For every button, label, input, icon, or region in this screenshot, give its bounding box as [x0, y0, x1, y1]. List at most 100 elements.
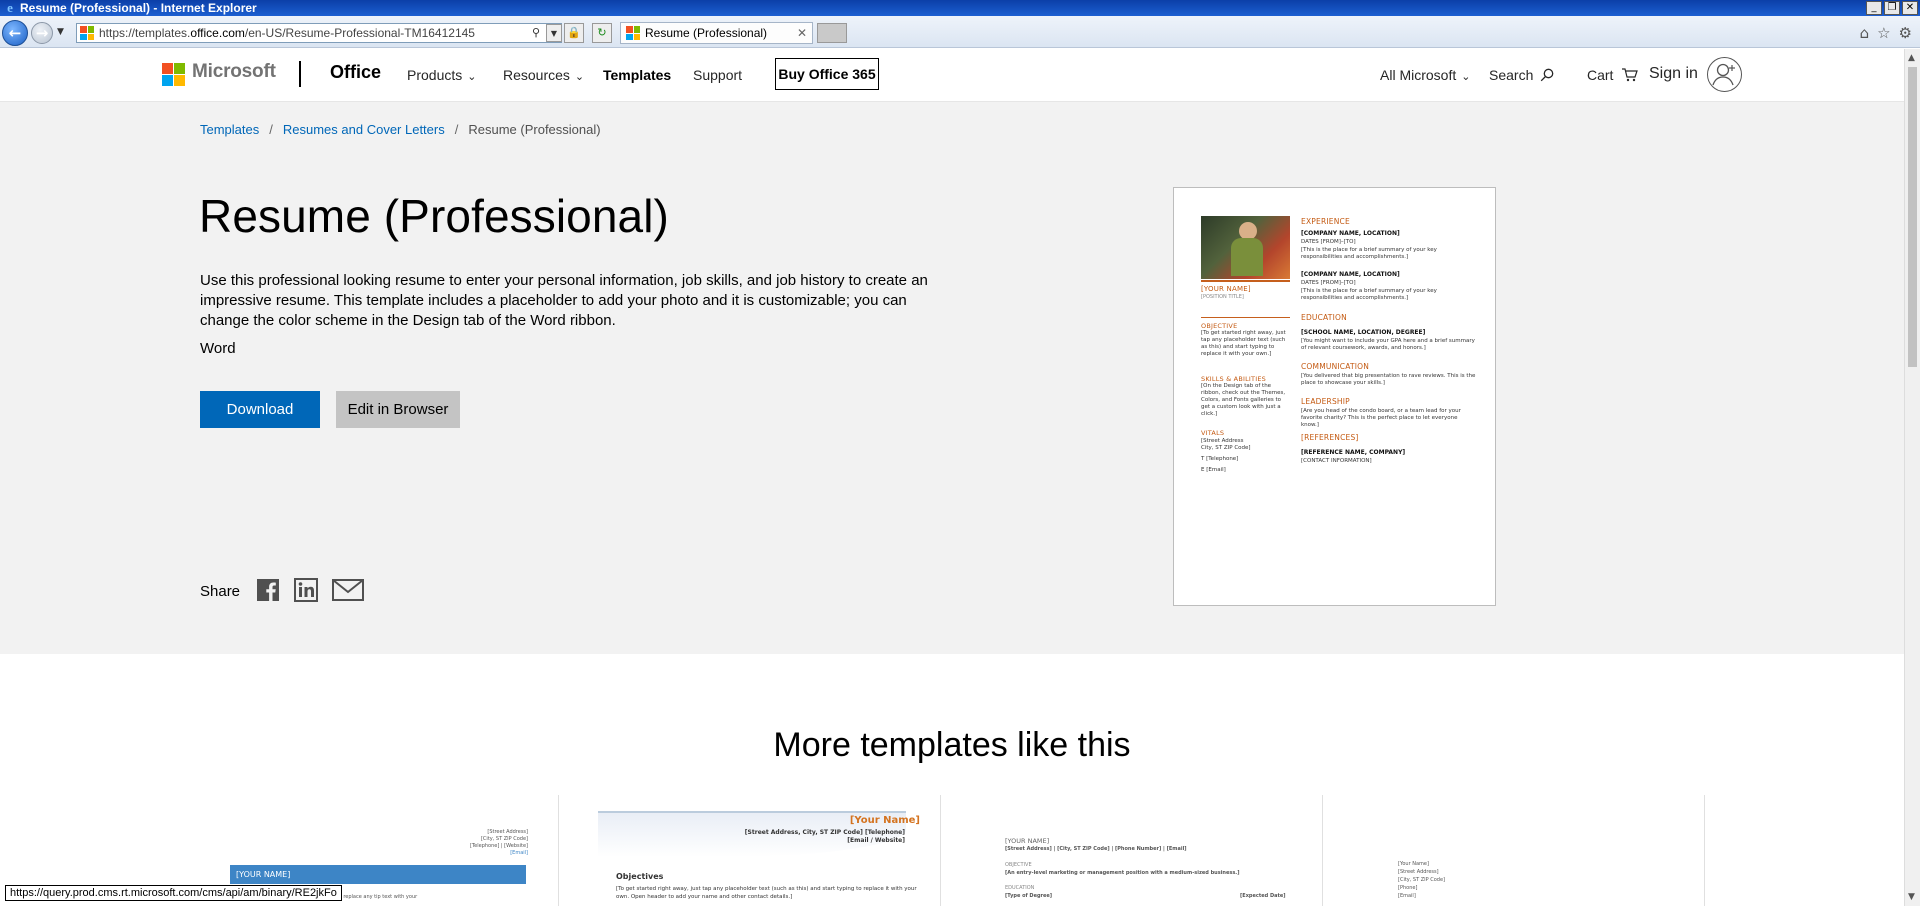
url-path: /en-US/Resume-Professional-TM16412145	[244, 26, 475, 40]
preview-photo	[1201, 216, 1290, 282]
scrollbar-thumb[interactable]	[1908, 67, 1917, 367]
preview-communication-heading: COMMUNICATION	[1301, 362, 1370, 371]
template-card-2[interactable]: [Your Name] [Street Address, City, ST ZI…	[598, 795, 938, 906]
account-avatar-icon[interactable]	[1707, 57, 1742, 92]
address-dropdown-icon[interactable]: ▼	[546, 24, 562, 42]
preview-leadership-heading: LEADERSHIP	[1301, 397, 1350, 406]
preview-education-heading: EDUCATION	[1301, 313, 1347, 322]
template-hero: Templates / Resumes and Cover Letters / Resu…	[0, 102, 1904, 654]
chevron-down-icon: ⌄	[1461, 71, 1471, 83]
preview-vitals-city: City, ST ZIP Code]	[1201, 445, 1251, 451]
window-title-bar: e Resume (Professional) - Internet Explo…	[0, 0, 1920, 16]
minimize-button[interactable]: _	[1866, 1, 1882, 15]
favorites-star-icon[interactable]: ☆	[1877, 24, 1890, 42]
preview-communication-text: [You delivered that big presentation to …	[1301, 373, 1476, 386]
search-icon[interactable]: ⚲	[528, 24, 544, 42]
card3-degree: [Type of Degree]	[1005, 893, 1053, 899]
lock-icon[interactable]: 🔒	[564, 23, 584, 43]
card2-contact: [Street Address, City, ST ZIP Code] [Tel…	[744, 829, 905, 836]
home-icon[interactable]: ⌂	[1860, 24, 1870, 42]
microsoft-brand[interactable]: Microsoft	[192, 61, 276, 83]
browser-tab[interactable]: Resume (Professional) ✕	[620, 22, 813, 44]
tab-favicon-icon	[626, 26, 640, 40]
address-bar[interactable]: https://templates.office.com/en-US/Resum…	[76, 23, 562, 43]
back-arrow-icon[interactable]: ←	[2, 20, 28, 46]
card3-education-heading: EDUCATION	[1005, 885, 1035, 891]
card-divider	[1322, 795, 1323, 906]
office-home-link[interactable]: Office	[330, 62, 381, 83]
cart-button[interactable]: Cart	[1587, 67, 1639, 83]
preview-objective-text: [To get started right away, just tap any…	[1201, 330, 1286, 357]
card1-name-bar: [YOUR NAME]	[230, 865, 526, 884]
card2-objectives: Objectives	[616, 872, 664, 881]
edit-in-browser-button[interactable]: Edit in Browser	[336, 391, 460, 428]
scroll-down-icon[interactable]: ▼	[1908, 892, 1915, 902]
preview-vitals-heading: VITALS	[1201, 429, 1225, 437]
tab-title: Resume (Professional)	[645, 26, 768, 40]
template-app: Word	[200, 340, 236, 357]
facebook-icon[interactable]	[256, 578, 280, 602]
breadcrumb: Templates / Resumes and Cover Letters / Resu…	[200, 122, 601, 137]
card3-contact: [Street Address] | [City, ST ZIP Code] |…	[1005, 846, 1187, 852]
new-tab-button[interactable]	[817, 23, 847, 43]
close-window-button[interactable]: ✕	[1902, 1, 1918, 15]
buy-office-button[interactable]: Buy Office 365	[775, 58, 879, 90]
window-title: Resume (Professional) - Internet Explore…	[20, 1, 257, 15]
nav-products[interactable]: Products ⌄	[407, 67, 476, 83]
history-dropdown-icon[interactable]: ▼	[57, 27, 64, 37]
preview-dates-1: DATES [FROM]–[TO]	[1301, 239, 1356, 245]
restore-button[interactable]: ❐	[1884, 1, 1900, 15]
preview-summary-1: [This is the place for a brief summary o…	[1301, 247, 1437, 260]
nav-support[interactable]: Support	[693, 67, 742, 83]
card1-city: [City, ST ZIP Code]	[480, 836, 528, 842]
preview-divider	[1201, 317, 1290, 318]
card3-name: [YOUR NAME]	[1005, 837, 1050, 845]
search-icon	[1540, 68, 1554, 82]
preview-experience-heading: EXPERIENCE	[1301, 217, 1350, 226]
download-button[interactable]: Download	[200, 391, 320, 428]
card4-name: [Your Name]	[1398, 861, 1429, 867]
status-bar-url: https://query.prod.cms.rt.microsoft.com/…	[5, 885, 342, 901]
browser-toolbar: ← → ▼ https://templates.office.com/en-US…	[0, 16, 1920, 48]
card3-objective-text: [An entry-level marketing or management …	[1005, 870, 1240, 876]
preview-skills-heading: SKILLS & ABILITIES	[1201, 375, 1266, 383]
url-host: office.com	[190, 26, 245, 40]
nav-resources[interactable]: Resources ⌄	[503, 67, 584, 83]
preview-position-title: [POSITION TITLE]	[1201, 294, 1244, 300]
search-button[interactable]: Search	[1489, 67, 1554, 83]
linkedin-icon[interactable]	[294, 578, 318, 602]
card-divider	[940, 795, 941, 906]
forward-arrow-icon[interactable]: →	[31, 22, 53, 44]
microsoft-logo-icon[interactable]	[162, 63, 185, 86]
card2-email: [Email / Website]	[847, 837, 905, 844]
site-favicon-icon	[80, 26, 94, 40]
preview-vitals-telephone: T [Telephone]	[1201, 456, 1239, 462]
template-card-4[interactable]: [Your Name] [Street Address] [City, ST Z…	[1362, 795, 1702, 906]
sign-in-link[interactable]: Sign in	[1649, 65, 1698, 83]
preview-references-heading: [REFERENCES]	[1301, 433, 1359, 442]
breadcrumb-templates[interactable]: Templates	[200, 122, 259, 137]
all-microsoft-menu[interactable]: All Microsoft ⌄	[1380, 67, 1470, 83]
chevron-down-icon: ⌄	[467, 71, 477, 83]
tools-gear-icon[interactable]: ⚙	[1899, 24, 1912, 42]
card3-expected-date: [Expected Date]	[1240, 893, 1286, 899]
breadcrumb-resumes[interactable]: Resumes and Cover Letters	[283, 122, 445, 137]
page-scrollbar[interactable]: ▲ ▼	[1904, 49, 1920, 906]
site-header: Microsoft Office Products ⌄ Resources ⌄ Te…	[0, 49, 1904, 102]
preview-reference-contact: [CONTACT INFORMATION]	[1301, 458, 1372, 464]
scroll-up-icon[interactable]: ▲	[1908, 53, 1915, 63]
breadcrumb-separator: /	[269, 122, 273, 137]
email-icon[interactable]	[332, 579, 364, 601]
cart-icon	[1622, 68, 1639, 82]
preview-vitals-email: E [Email]	[1201, 467, 1226, 473]
template-card-3[interactable]: [YOUR NAME] [Street Address] | [City, ST…	[980, 795, 1320, 906]
preview-your-name: [YOUR NAME]	[1201, 285, 1251, 293]
preview-company-2: [COMPANY NAME, LOCATION]	[1301, 271, 1400, 278]
tab-close-icon[interactable]: ✕	[797, 23, 807, 43]
url-prefix: https://templates.	[99, 26, 191, 40]
preview-school: [SCHOOL NAME, LOCATION, DEGREE]	[1301, 329, 1426, 336]
refresh-icon[interactable]: ↻	[592, 23, 612, 43]
card2-name: [Your Name]	[849, 815, 920, 826]
nav-templates[interactable]: Templates	[603, 67, 671, 83]
breadcrumb-current: Resume (Professional)	[468, 122, 601, 137]
